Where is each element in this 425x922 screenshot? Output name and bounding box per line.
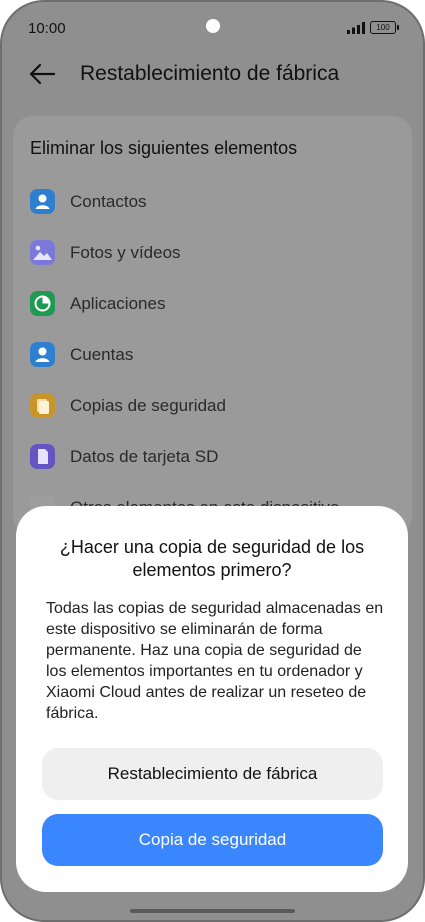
- factory-reset-button[interactable]: Restablecimiento de fábrica: [42, 748, 383, 800]
- items-card: [13, 116, 412, 536]
- home-indicator[interactable]: [130, 909, 295, 913]
- list-item-contacts: Contactos: [30, 189, 390, 217]
- list-item-backups: Copias de seguridad: [30, 393, 390, 421]
- item-label: Contactos: [70, 192, 147, 211]
- status-bar: 10:00 100: [0, 0, 425, 56]
- item-label: Cuentas: [70, 345, 134, 364]
- backup-dialog: ¿Hacer una copia de seguridad de los ele…: [16, 506, 408, 892]
- item-label: Datos de tarjeta SD: [70, 447, 219, 466]
- front-camera: [206, 19, 220, 33]
- card-title: Eliminar los siguientes elementos: [30, 138, 298, 158]
- item-label: Copias de seguridad: [70, 396, 226, 415]
- dialog-message: Todas las copias de seguridad almacenada…: [46, 600, 384, 722]
- apps-icon: [30, 291, 55, 316]
- sd-card-icon: [30, 444, 55, 469]
- header: Restablecimiento de fábrica: [0, 52, 425, 96]
- list-item-accounts: Cuentas: [30, 342, 390, 370]
- back-arrow-icon[interactable]: [28, 62, 56, 86]
- page-title: Restablecimiento de fábrica: [80, 62, 340, 85]
- status-time: 10:00: [28, 20, 66, 37]
- gallery-icon: [30, 240, 55, 265]
- contacts-icon: [30, 189, 55, 214]
- list-item-apps: Aplicaciones: [30, 291, 390, 319]
- backup-icon: [30, 393, 55, 418]
- item-label: Fotos y vídeos: [70, 243, 181, 262]
- list-item-sd-card: Datos de tarjeta SD: [30, 444, 390, 472]
- phone-screen: 10:00 100 Restablecimiento de fábrica El…: [0, 0, 425, 922]
- item-label: Aplicaciones: [70, 294, 166, 313]
- list-item-photos: Fotos y vídeos: [30, 240, 390, 268]
- battery-icon: 100: [370, 21, 399, 34]
- dialog-title: ¿Hacer una copia de seguridad de los ele…: [59, 537, 365, 580]
- account-icon: [30, 342, 55, 367]
- signal-icon: [347, 22, 365, 34]
- backup-button[interactable]: Copia de seguridad: [42, 814, 383, 866]
